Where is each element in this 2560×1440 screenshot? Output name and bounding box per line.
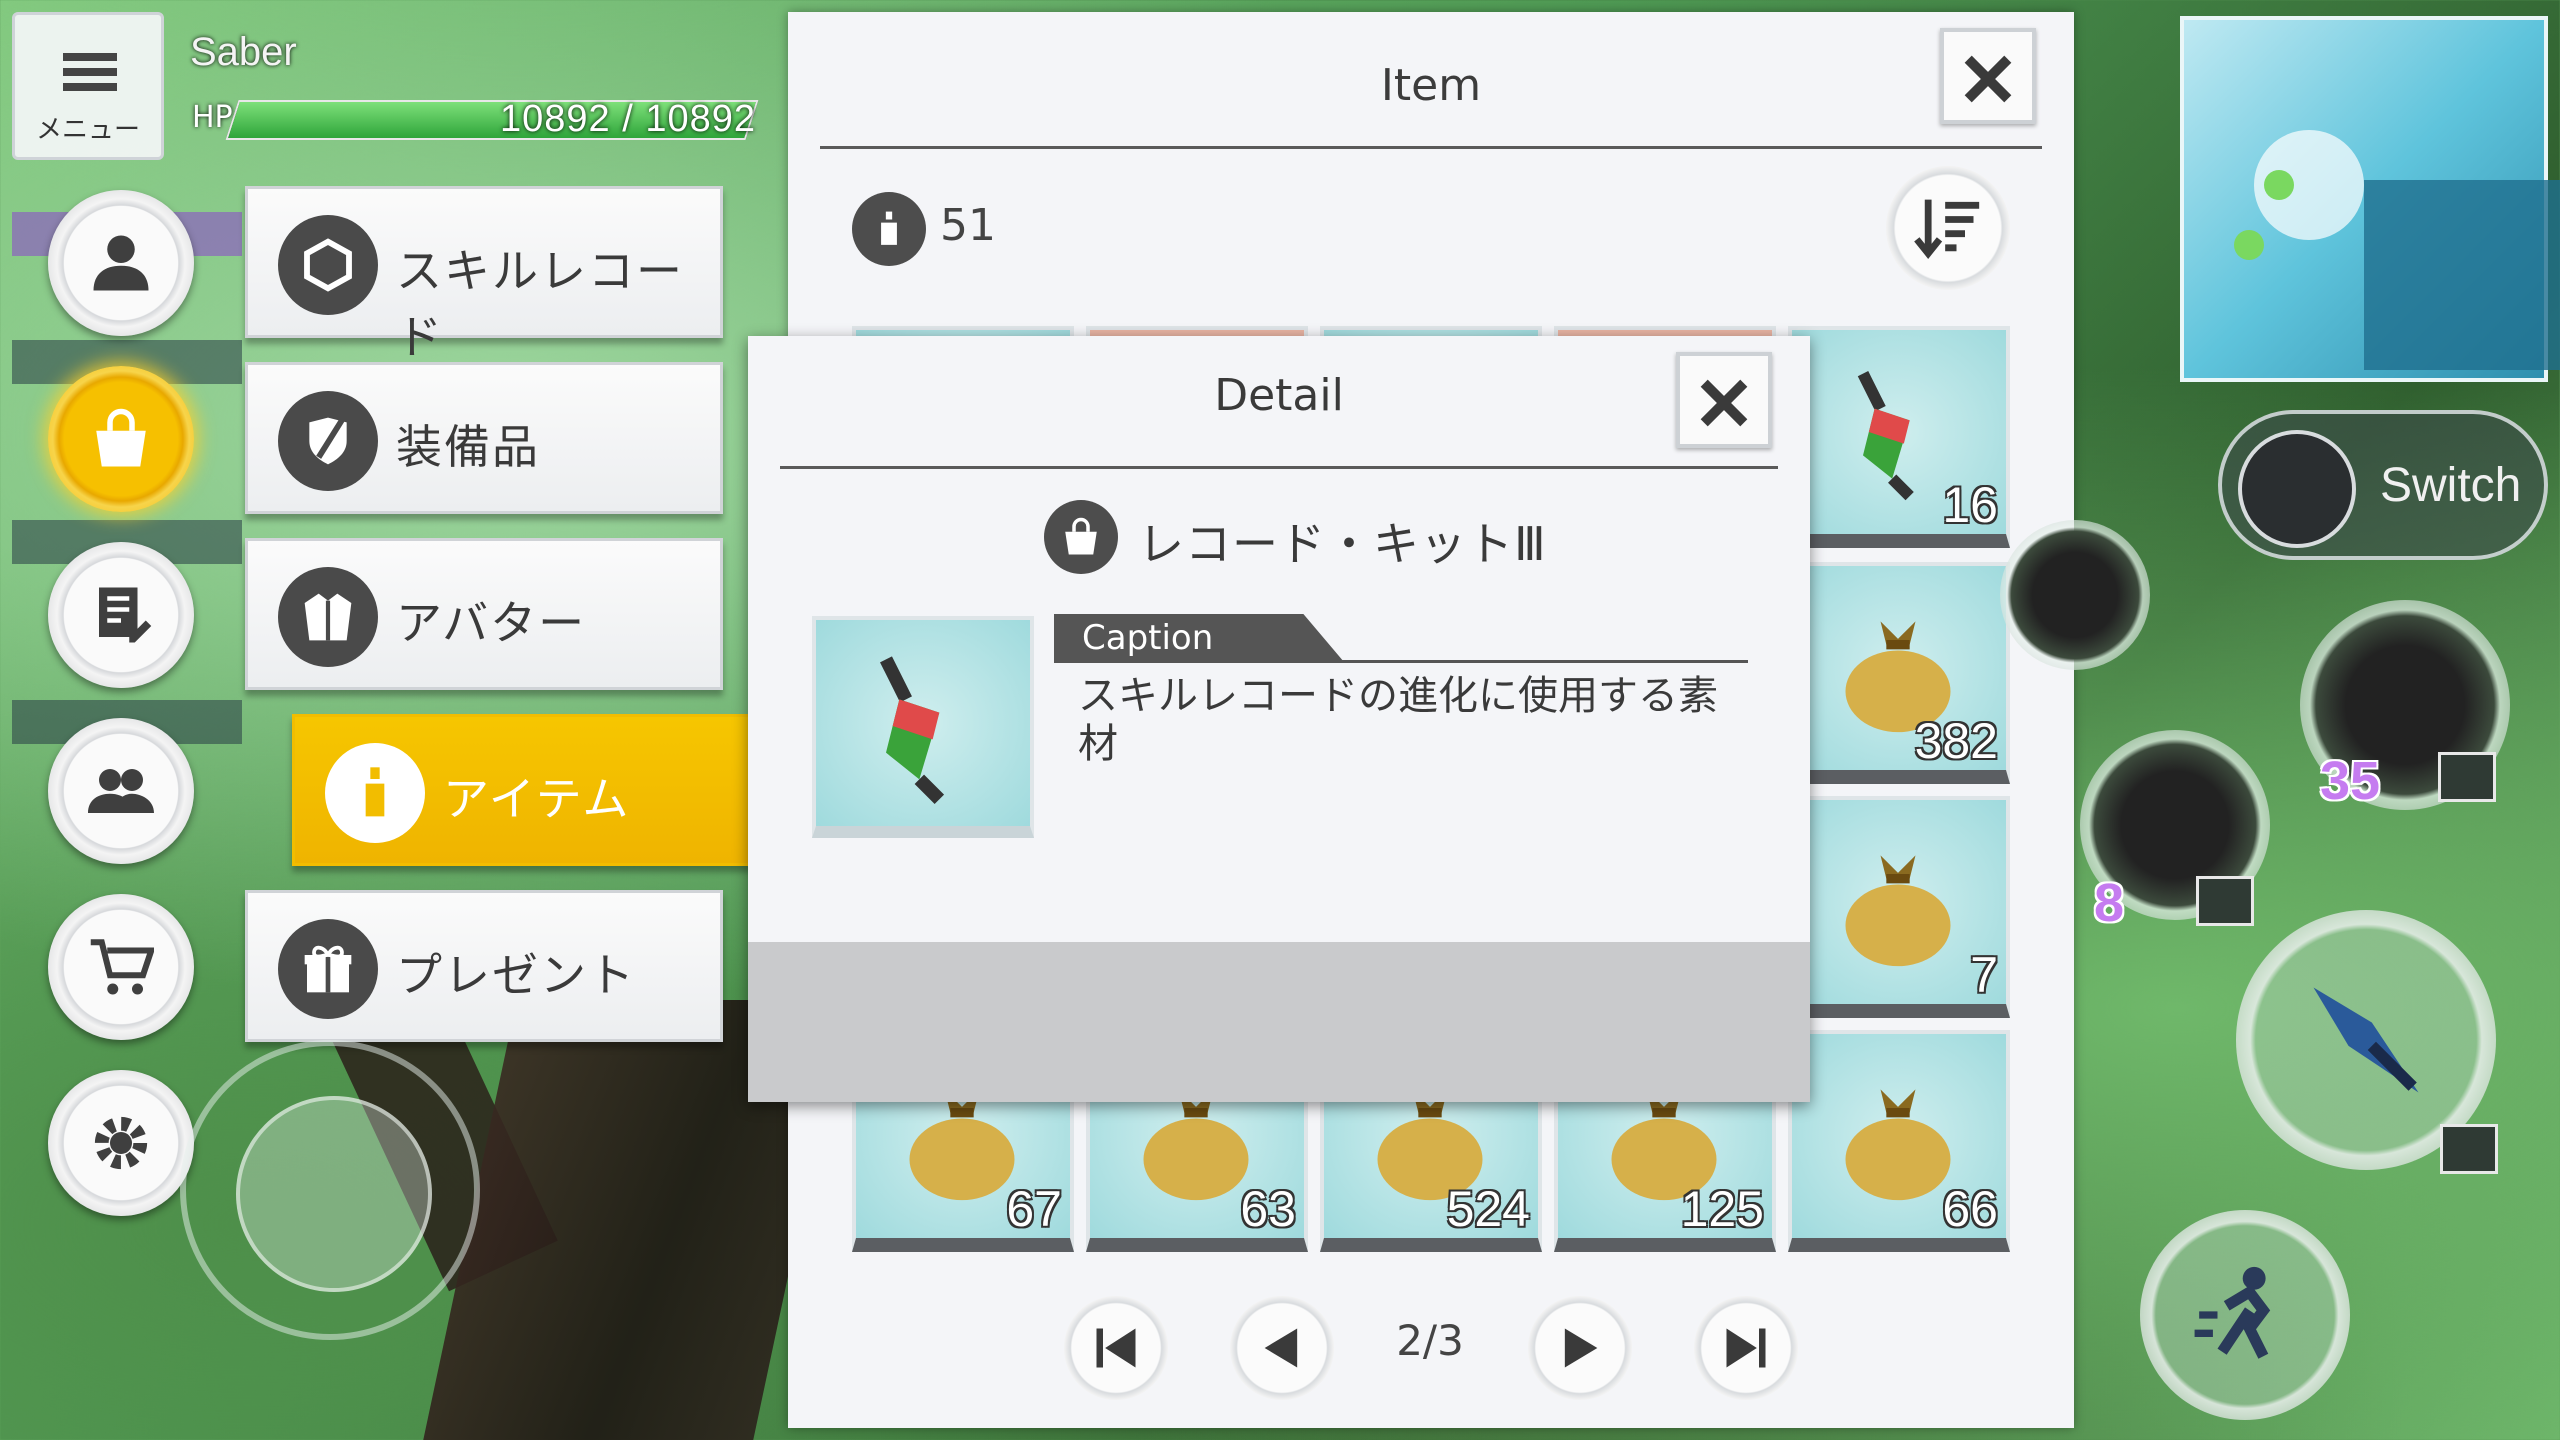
submenu-avatar[interactable]: アバター <box>245 538 723 690</box>
bag-button[interactable] <box>48 366 194 512</box>
submenu-present[interactable]: プレゼント <box>245 890 723 1042</box>
cart-icon <box>90 939 154 995</box>
prev-page-button[interactable] <box>1230 1296 1334 1400</box>
running-icon <box>2194 1266 2271 1359</box>
main-menu-button[interactable]: メニュー <box>12 12 164 160</box>
item-close-button[interactable] <box>1940 28 2036 124</box>
item-quantity: 66 <box>1942 1181 1998 1237</box>
detail-item-name: レコード・キットⅢ <box>1138 517 1547 571</box>
detail-title: Detail <box>1214 370 1344 421</box>
divider <box>820 146 2042 149</box>
submenu-equipment[interactable]: 装備品 <box>245 362 723 514</box>
submenu-label: プレゼント <box>396 948 636 1002</box>
potion-icon <box>325 743 425 843</box>
item-slot[interactable]: 382 <box>1788 562 2010 784</box>
group-icon <box>88 769 154 813</box>
gear-icon <box>94 1116 148 1170</box>
item-quantity: 382 <box>1914 713 1998 769</box>
minimap-building <box>2364 180 2560 370</box>
skip-end-icon <box>1726 1328 1766 1368</box>
item-slot[interactable]: 16 <box>1788 326 2010 548</box>
settings-button[interactable] <box>48 1070 194 1216</box>
switch-icon <box>2238 430 2356 548</box>
item-panel-title: Item <box>1380 60 1482 111</box>
item-quantity: 7 <box>1970 947 1998 1003</box>
joystick-knob[interactable] <box>236 1096 432 1292</box>
document-icon <box>99 587 152 643</box>
sort-icon <box>1914 199 1980 259</box>
item-count: 51 <box>940 200 996 251</box>
hexagon-icon <box>278 215 378 315</box>
shop-button[interactable] <box>48 894 194 1040</box>
skill-swap-arrow[interactable] <box>2438 752 2496 802</box>
submenu-label: 装備品 <box>396 420 540 474</box>
player-name: Saber <box>190 30 297 74</box>
item-quantity: 524 <box>1446 1181 1530 1237</box>
movement-joystick[interactable] <box>180 1040 480 1340</box>
page-indicator: 2/3 <box>1396 1316 1464 1365</box>
submenu-label: アイテム <box>443 772 631 826</box>
detail-footer <box>748 942 1810 1102</box>
submenu-label: スキルレコード <box>396 244 684 364</box>
skill-count: 8 <box>2094 873 2125 933</box>
skill-swap-arrow[interactable] <box>2440 1124 2498 1174</box>
skill-count: 35 <box>2320 751 2381 811</box>
skip-start-icon <box>1096 1328 1136 1368</box>
submenu-item[interactable]: アイテム <box>292 714 752 866</box>
quest-button[interactable] <box>48 542 194 688</box>
triangle-left-icon <box>1264 1328 1298 1368</box>
menu-label: メニュー <box>35 115 140 145</box>
caption-text: スキルレコードの進化に使用する素材 <box>1078 673 1718 767</box>
status-button[interactable] <box>48 190 194 336</box>
sort-button[interactable] <box>1886 166 2010 290</box>
gift-icon <box>278 919 378 1019</box>
detail-dialog: Detail レコード・キットⅢ Caption スキルレコードの進化に使用する… <box>748 336 1810 1102</box>
switch-button[interactable]: Switch <box>2218 410 2548 560</box>
first-page-button[interactable] <box>1064 1296 1168 1400</box>
bag-icon <box>1044 500 1118 574</box>
bag-icon <box>96 408 146 467</box>
skill-swap-arrow[interactable] <box>2196 876 2254 926</box>
detail-close-button[interactable] <box>1676 352 1772 448</box>
submenu-label: アバター <box>396 596 587 650</box>
coat-icon <box>278 567 378 667</box>
money-bag-icon <box>1845 855 1951 967</box>
last-page-button[interactable] <box>1694 1296 1798 1400</box>
axe-skill-button[interactable] <box>2000 520 2150 670</box>
sword-icon <box>2313 987 2419 1093</box>
item-slot[interactable]: 7 <box>1788 796 2010 1018</box>
potion-count-icon <box>852 192 926 266</box>
hamburger-icon <box>63 53 117 91</box>
switch-label: Switch <box>2380 459 2522 512</box>
submenu-skill-record[interactable]: スキルレコード <box>245 186 723 364</box>
minimap[interactable] <box>2180 16 2560 382</box>
dash-button[interactable] <box>2140 1210 2350 1420</box>
item-quantity: 16 <box>1942 477 1998 533</box>
caption-divider <box>1054 660 1748 663</box>
record-kit-icon <box>880 656 945 805</box>
item-quantity: 63 <box>1240 1181 1296 1237</box>
minimap-marker <box>2264 170 2294 200</box>
divider <box>780 466 1778 469</box>
next-page-button[interactable] <box>1528 1296 1632 1400</box>
shield-sword-icon <box>278 391 378 491</box>
triangle-right-icon <box>1564 1328 1598 1368</box>
hp-label: HP <box>192 100 233 135</box>
item-quantity: 125 <box>1680 1181 1764 1237</box>
item-quantity: 67 <box>1006 1181 1062 1237</box>
person-icon <box>93 235 149 291</box>
caption-label: Caption <box>1054 614 1344 662</box>
minimap-marker <box>2234 230 2264 260</box>
item-slot[interactable]: 66 <box>1788 1030 2010 1252</box>
party-button[interactable] <box>48 718 194 864</box>
detail-item-image <box>812 616 1034 838</box>
hp-value: 10892 / 10892 <box>500 98 757 140</box>
